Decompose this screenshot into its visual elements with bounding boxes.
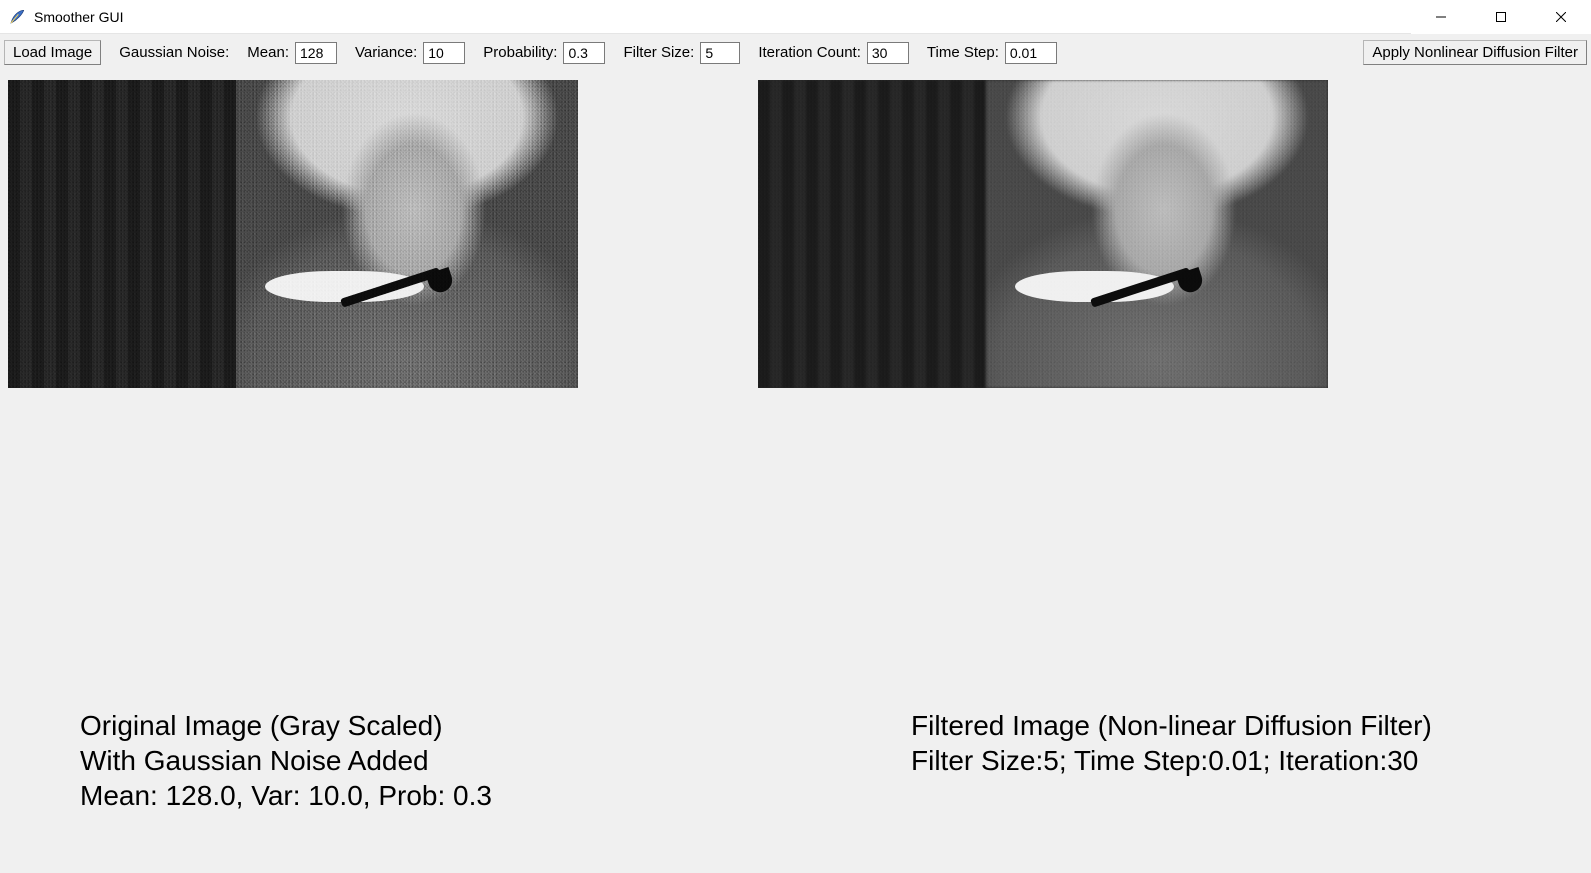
close-button[interactable] [1531, 0, 1591, 34]
caption-line: Filtered Image (Non-linear Diffusion Fil… [911, 708, 1551, 743]
variance-input[interactable] [423, 42, 465, 64]
captions: Original Image (Gray Scaled) With Gaussi… [80, 708, 1551, 813]
mean-input[interactable] [295, 42, 337, 64]
client-area: Load Image Gaussian Noise: Mean: Varianc… [0, 34, 1591, 873]
mean-label: Mean: [247, 44, 289, 61]
original-image [8, 80, 578, 388]
window-controls [1411, 0, 1591, 34]
mean-group: Mean: [247, 42, 337, 64]
image-area [8, 80, 1583, 388]
filtered-image [758, 80, 1328, 388]
load-image-button[interactable]: Load Image [4, 40, 101, 65]
feather-icon [8, 8, 26, 26]
probability-input[interactable] [563, 42, 605, 64]
toolbar: Load Image Gaussian Noise: Mean: Varianc… [0, 34, 1591, 71]
filtered-caption: Filtered Image (Non-linear Diffusion Fil… [911, 708, 1551, 813]
maximize-button[interactable] [1471, 0, 1531, 34]
caption-line: With Gaussian Noise Added [80, 743, 492, 778]
time-step-group: Time Step: [927, 42, 1057, 64]
filter-size-label: Filter Size: [623, 44, 694, 61]
titlebar: Smoother GUI [0, 0, 1591, 34]
apply-filter-button[interactable]: Apply Nonlinear Diffusion Filter [1363, 40, 1587, 65]
variance-group: Variance: [355, 42, 465, 64]
caption-line: Original Image (Gray Scaled) [80, 708, 492, 743]
time-step-input[interactable] [1005, 42, 1057, 64]
probability-label: Probability: [483, 44, 557, 61]
gaussian-noise-label: Gaussian Noise: [119, 44, 229, 61]
filter-size-group: Filter Size: [623, 42, 740, 64]
iteration-group: Iteration Count: [758, 42, 909, 64]
variance-label: Variance: [355, 44, 417, 61]
window-title: Smoother GUI [34, 9, 123, 25]
caption-line: Filter Size:5; Time Step:0.01; Iteration… [911, 743, 1551, 778]
iteration-label: Iteration Count: [758, 44, 861, 61]
probability-group: Probability: [483, 42, 605, 64]
caption-line: Mean: 128.0, Var: 10.0, Prob: 0.3 [80, 778, 492, 813]
time-step-label: Time Step: [927, 44, 999, 61]
iteration-input[interactable] [867, 42, 909, 64]
original-caption: Original Image (Gray Scaled) With Gaussi… [80, 708, 492, 813]
filter-size-input[interactable] [700, 42, 740, 64]
minimize-button[interactable] [1411, 0, 1471, 34]
